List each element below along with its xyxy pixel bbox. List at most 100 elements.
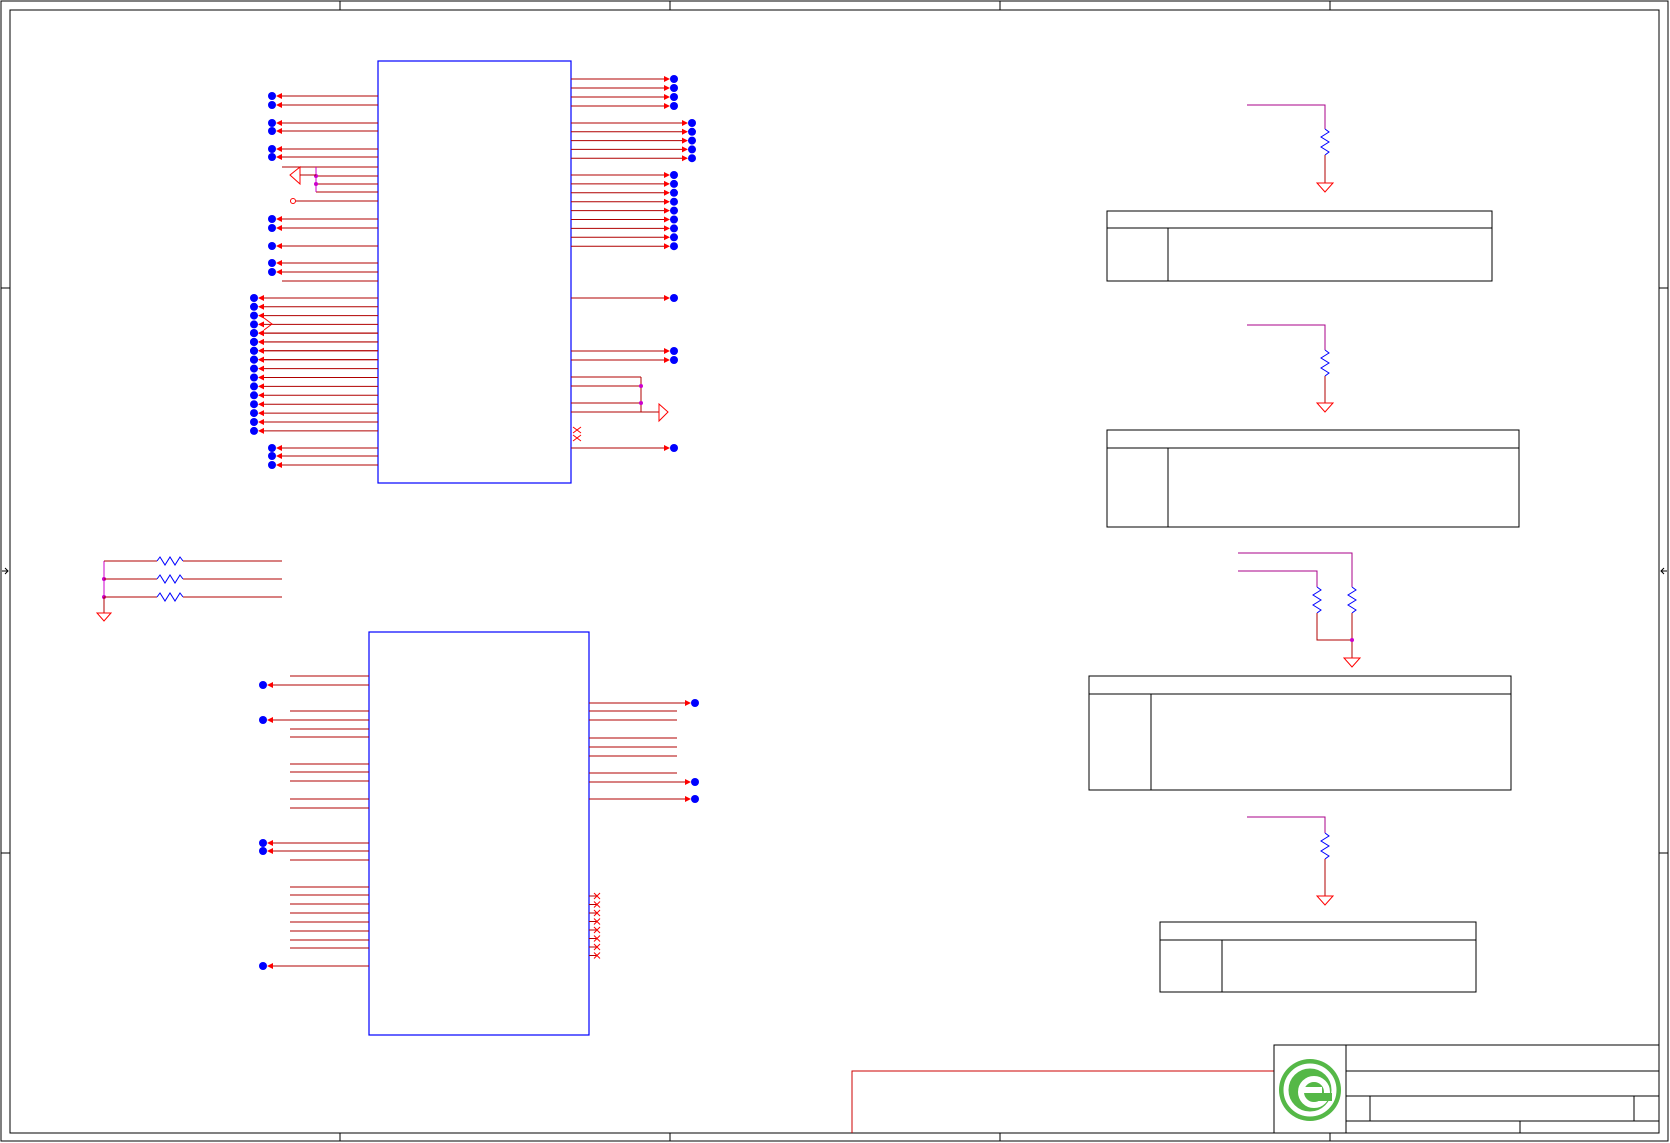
net-port-dot bbox=[250, 320, 258, 329]
net-port-dot bbox=[670, 206, 678, 215]
net-port-dot bbox=[670, 84, 678, 92]
port-arrow-icon bbox=[276, 269, 282, 275]
net-port-dot bbox=[670, 75, 678, 83]
net-port-dot bbox=[268, 242, 276, 250]
resistor-icon bbox=[1320, 128, 1330, 156]
net-port-dot bbox=[250, 391, 258, 400]
port-arrow-icon bbox=[276, 225, 282, 231]
net-port-dot bbox=[259, 962, 267, 970]
port-arrow-icon bbox=[276, 146, 282, 152]
net-port-dot bbox=[691, 778, 699, 786]
port-arrow-icon bbox=[258, 330, 264, 336]
drawing-frame bbox=[0, 0, 1669, 1142]
port-arrow-icon bbox=[258, 427, 264, 434]
net-port-dot bbox=[268, 127, 276, 135]
port-arrow-icon bbox=[258, 392, 264, 399]
net-port-dot bbox=[691, 699, 699, 707]
net-port-dot bbox=[268, 461, 276, 469]
port-arrow-icon bbox=[664, 180, 670, 187]
port-arrow-icon bbox=[664, 445, 670, 451]
net-port-dot bbox=[670, 294, 678, 302]
port-arrow-icon bbox=[258, 383, 264, 390]
resistor-icon bbox=[156, 592, 184, 602]
net-port-dot bbox=[250, 337, 258, 346]
net-port-dot bbox=[250, 409, 258, 418]
port-arrow-icon bbox=[664, 348, 670, 354]
port-arrow-icon bbox=[685, 779, 691, 785]
net-port-dot bbox=[250, 355, 258, 364]
port-arrow-icon bbox=[664, 172, 670, 178]
resistor-icon bbox=[1312, 586, 1322, 614]
net-port-dot bbox=[670, 188, 678, 197]
upper-ic-left-pins bbox=[250, 92, 378, 469]
port-arrow-icon bbox=[682, 137, 688, 144]
port-arrow-icon bbox=[258, 312, 264, 319]
net-port-dot bbox=[670, 444, 678, 452]
port-arrow-icon bbox=[258, 365, 264, 372]
net-port-dot bbox=[250, 311, 258, 320]
port-arrow-icon bbox=[682, 155, 688, 162]
lower-ic-right-pins bbox=[589, 699, 699, 959]
upper-ic-right-pins bbox=[571, 75, 696, 452]
net-port-dot bbox=[250, 382, 258, 391]
net-port-dot bbox=[250, 329, 258, 337]
ground-symbol-icon bbox=[1315, 895, 1335, 906]
net-port-dot bbox=[670, 197, 678, 206]
net-port-dot bbox=[670, 179, 678, 188]
upper-ic-body bbox=[377, 60, 572, 484]
port-arrow-icon bbox=[664, 295, 670, 301]
net-port-dot bbox=[691, 795, 699, 803]
net-port-dot bbox=[688, 145, 696, 154]
ground-symbol-icon bbox=[1315, 182, 1335, 193]
net-port-dot bbox=[268, 92, 276, 100]
net-port-dot bbox=[688, 127, 696, 136]
port-arrow-icon bbox=[258, 347, 264, 354]
resistor-network bbox=[95, 556, 282, 622]
net-port-dot bbox=[268, 444, 276, 452]
port-arrow-icon bbox=[258, 410, 264, 417]
port-arrow-icon bbox=[682, 146, 688, 153]
port-arrow-icon bbox=[276, 216, 282, 222]
port-arrow-icon bbox=[258, 401, 264, 408]
port-arrow-icon bbox=[664, 225, 670, 232]
net-port-dot bbox=[670, 356, 678, 364]
resistor-icon bbox=[156, 574, 184, 584]
net-port-dot bbox=[688, 136, 696, 145]
config-block-4 bbox=[1159, 816, 1477, 993]
net-port-dot bbox=[250, 346, 258, 355]
port-arrow-icon bbox=[276, 462, 282, 468]
net-port-dot bbox=[250, 400, 258, 409]
port-arrow-icon bbox=[664, 243, 670, 250]
port-arrow-icon bbox=[258, 303, 264, 310]
ground-symbol-icon bbox=[95, 612, 113, 622]
config-block-1 bbox=[1106, 104, 1493, 282]
port-arrow-icon bbox=[664, 198, 670, 205]
lower-ic-body bbox=[368, 631, 590, 1036]
port-arrow-icon bbox=[664, 189, 670, 196]
config-block-2 bbox=[1106, 324, 1520, 528]
port-arrow-icon bbox=[685, 796, 691, 802]
net-port-dot bbox=[268, 119, 276, 127]
net-port-dot bbox=[670, 347, 678, 355]
port-arrow-icon bbox=[682, 120, 688, 126]
net-port-dot bbox=[670, 93, 678, 101]
net-port-dot bbox=[268, 452, 276, 460]
port-arrow-icon bbox=[258, 374, 264, 381]
net-port-dot bbox=[268, 145, 276, 153]
net-port-dot bbox=[268, 259, 276, 267]
port-arrow-icon bbox=[258, 419, 264, 425]
net-port-dot bbox=[250, 364, 258, 373]
port-arrow-icon bbox=[258, 295, 264, 301]
port-arrow-icon bbox=[276, 93, 282, 99]
port-arrow-icon bbox=[664, 76, 670, 82]
upper-right-ground-net bbox=[571, 377, 669, 442]
port-arrow-icon bbox=[267, 717, 273, 723]
net-port-dot bbox=[259, 716, 267, 724]
net-port-dot bbox=[259, 839, 267, 847]
port-arrow-icon bbox=[276, 154, 282, 160]
port-arrow-icon bbox=[664, 103, 670, 109]
port-arrow-icon bbox=[664, 234, 670, 241]
net-port-dot bbox=[259, 847, 267, 855]
resistor-icon bbox=[1347, 586, 1357, 614]
net-port-dot bbox=[670, 215, 678, 224]
